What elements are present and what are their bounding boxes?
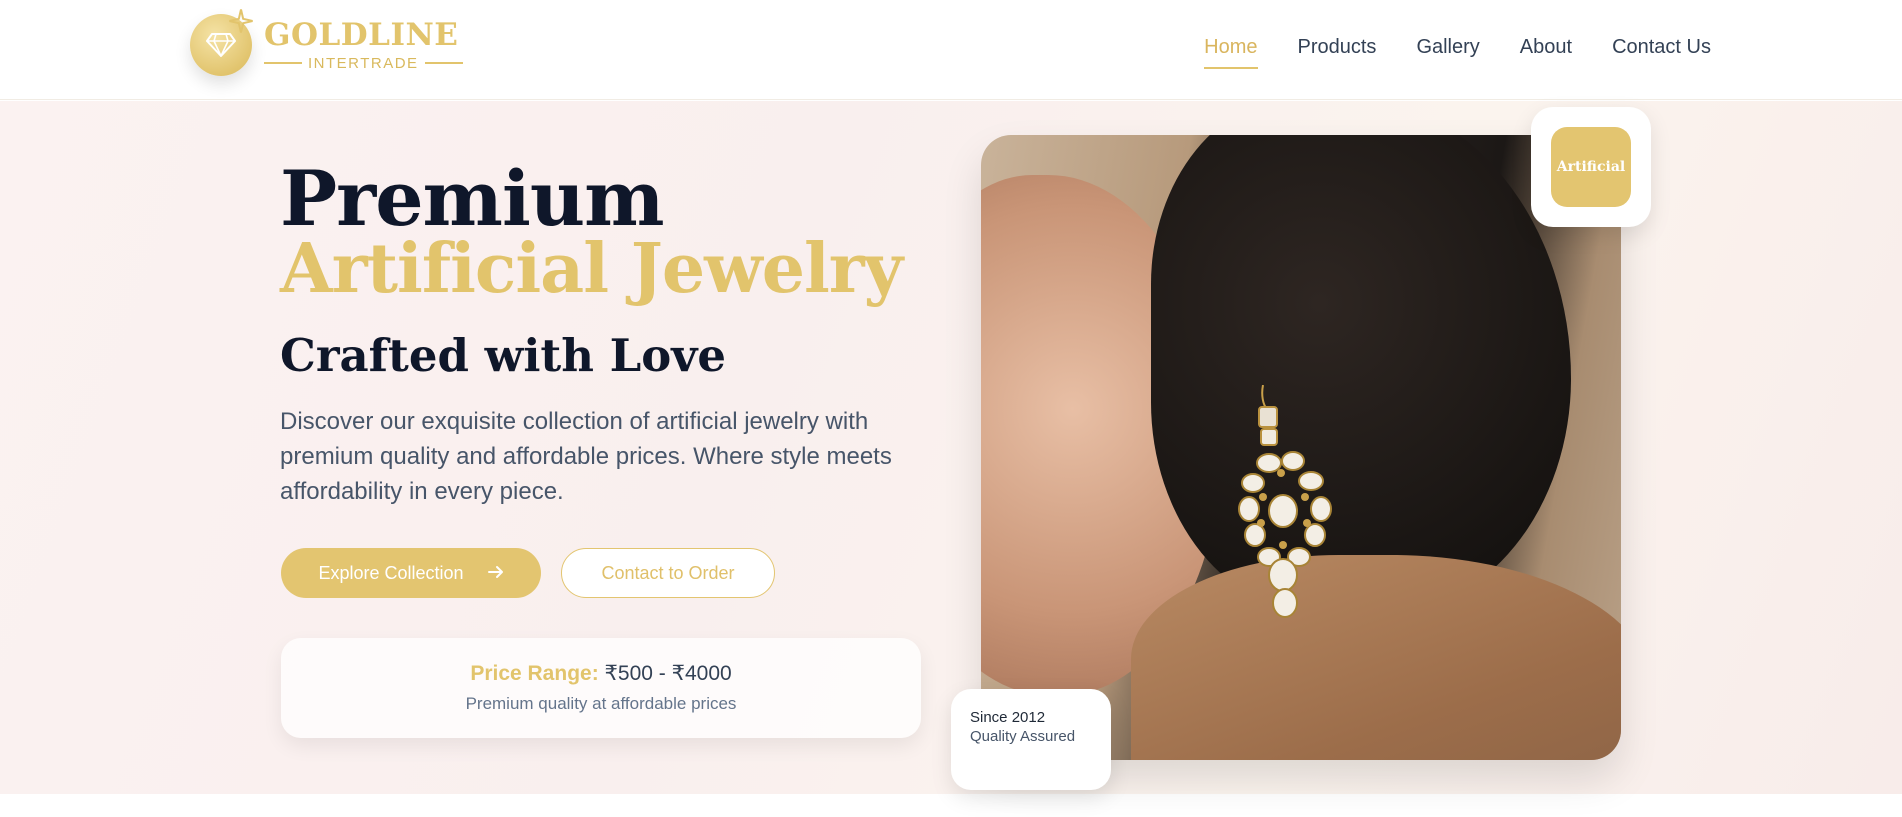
- hero-subtitle: Crafted with Love: [280, 329, 727, 382]
- brand-logo[interactable]: GOLDLINE INTERTRADE: [190, 9, 463, 76]
- hero-title-line2: Artificial Jewelry: [280, 229, 903, 309]
- nav-gallery[interactable]: Gallery: [1416, 36, 1479, 65]
- nav-products[interactable]: Products: [1298, 36, 1377, 65]
- explore-collection-button[interactable]: Explore Collection: [281, 548, 541, 598]
- site-header: GOLDLINE INTERTRADE Home Products Galler…: [0, 0, 1902, 100]
- artificial-tag: Artificial: [1551, 127, 1631, 207]
- divider: [264, 62, 302, 64]
- main-nav: Home Products Gallery About Contact Us: [1164, 36, 1711, 69]
- artificial-tag-card: Artificial: [1531, 107, 1651, 227]
- hero-description: Discover our exquisite collection of art…: [280, 408, 892, 505]
- price-range-value: ₹500 - ₹4000: [604, 662, 732, 685]
- hero-jewelry-photo: [981, 135, 1621, 760]
- nav-home[interactable]: Home: [1204, 36, 1258, 69]
- arrow-right-icon: [487, 562, 504, 585]
- since-year: Since 2012: [970, 709, 1046, 726]
- explore-collection-label: Explore Collection: [318, 562, 464, 583]
- diamond-logo-icon: [190, 9, 253, 76]
- price-range-label: Price Range:: [470, 662, 599, 685]
- brand-name: GOLDLINE: [264, 16, 459, 53]
- brand-tagline: INTERTRADE: [308, 54, 419, 72]
- price-range-note: Premium quality at affordable prices: [465, 694, 737, 713]
- earring-illustration: [1238, 385, 1332, 618]
- nav-about[interactable]: About: [1520, 36, 1572, 65]
- divider: [424, 62, 463, 64]
- contact-to-order-button[interactable]: Contact to Order: [561, 548, 775, 598]
- sparkle-icon: [229, 9, 253, 33]
- price-range-card: Price Range: ₹500 - ₹4000 Premium qualit…: [281, 638, 921, 738]
- since-badge-card: Since 2012 Quality Assured: [951, 689, 1111, 790]
- nav-contact-us[interactable]: Contact Us: [1612, 36, 1711, 65]
- hero-section: Premium Artificial Jewelry Crafted with …: [0, 101, 1902, 794]
- quality-note: Quality Assured: [970, 728, 1076, 745]
